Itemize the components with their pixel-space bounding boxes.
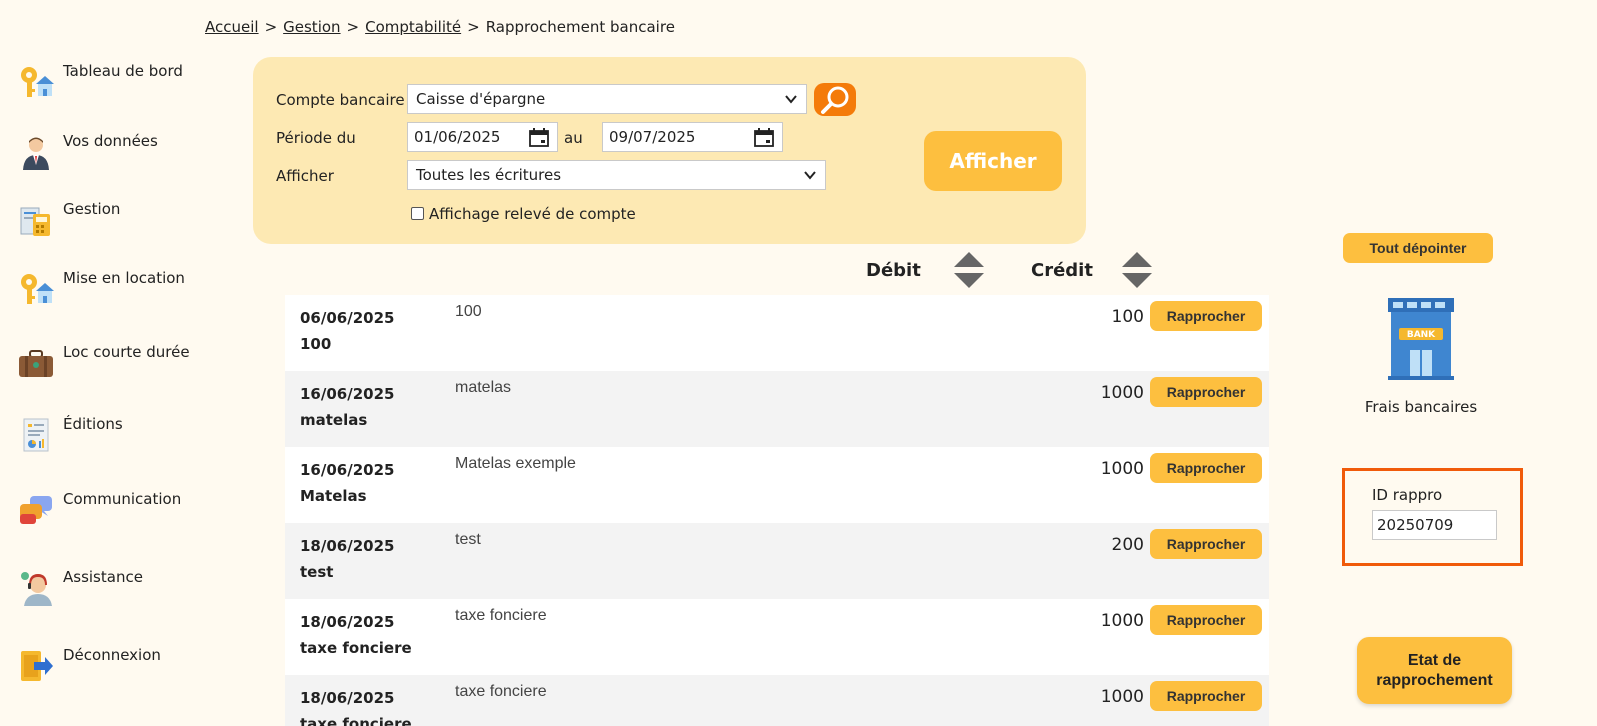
au-label: au — [564, 129, 583, 147]
row-date: 16/06/2025 — [300, 461, 395, 479]
sidebar-item-label: Tableau de bord — [63, 62, 183, 80]
id-rappro-input[interactable]: 20250709 — [1372, 510, 1497, 540]
report-icon — [23, 418, 49, 452]
row-libelle: test — [300, 563, 334, 581]
breadcrumb: Accueil > Gestion > Comptabilité > Rapprocheme… — [205, 18, 675, 36]
breadcrumb-current: Rapprochement bancaire — [485, 18, 675, 36]
table-row: 06/06/2025 100 100 100 Rapprocher — [285, 295, 1269, 371]
sort-icon[interactable] — [953, 251, 985, 289]
row-description: test — [455, 531, 481, 548]
id-rappro-box: ID rappro 20250709 — [1342, 468, 1523, 566]
sidebar-item-tableau-de-bord[interactable]: Tableau de bord — [16, 62, 206, 106]
chevron-down-icon — [804, 171, 816, 180]
suitcase-icon — [19, 350, 53, 377]
sidebar: Tableau de bord Vos données Gestion Mise… — [0, 0, 200, 726]
row-amount: 1000 — [1100, 611, 1144, 631]
row-libelle: matelas — [300, 411, 368, 429]
row-amount: 1000 — [1100, 687, 1144, 707]
row-date: 18/06/2025 — [300, 689, 395, 707]
frais-bancaires-label[interactable]: Frais bancaires — [1360, 398, 1482, 416]
sidebar-item-label: Communication — [63, 490, 182, 508]
sidebar-item-deconnexion[interactable]: Déconnexion — [16, 646, 206, 690]
sidebar-item-label: Éditions — [63, 415, 123, 433]
sidebar-item-label: Déconnexion — [63, 646, 161, 664]
table-row: 16/06/2025 matelas matelas 1000 Rapproch… — [285, 371, 1269, 447]
releve-checkbox-label: Affichage relevé de compte — [429, 205, 636, 223]
sort-icon[interactable] — [1121, 251, 1153, 289]
house-key-icon — [21, 274, 54, 304]
row-amount: 1000 — [1100, 459, 1144, 479]
table-row: 18/06/2025 taxe fonciere taxe fonciere 1… — [285, 599, 1269, 675]
date-to-input[interactable]: 09/07/2025 — [602, 122, 783, 152]
row-amount: 1000 — [1100, 383, 1144, 403]
rapprocher-button[interactable]: Rapprocher — [1150, 377, 1262, 407]
support-agent-icon — [21, 572, 52, 606]
sidebar-item-gestion[interactable]: Gestion — [16, 200, 206, 244]
breadcrumb-accueil[interactable]: Accueil — [205, 18, 259, 36]
breadcrumb-comptabilite[interactable]: Comptabilité — [365, 18, 461, 36]
afficher-button[interactable]: Afficher — [924, 131, 1062, 191]
table-row: 18/06/2025 test test 200 Rapprocher — [285, 523, 1269, 599]
afficher-label: Afficher — [276, 167, 334, 185]
row-date: 18/06/2025 — [300, 537, 395, 555]
chat-bubbles-icon — [20, 496, 52, 524]
periode-label: Période du — [276, 129, 356, 147]
person-icon — [23, 137, 49, 170]
row-libelle: Matelas — [300, 487, 367, 505]
sidebar-item-vos-donnees[interactable]: Vos données — [16, 132, 206, 176]
calculator-document-icon — [20, 207, 50, 236]
row-description: 100 — [455, 303, 482, 320]
calendar-icon[interactable] — [754, 128, 774, 147]
row-description: matelas — [455, 379, 512, 396]
etat-rapprochement-button[interactable]: Etat de rapprochement — [1357, 637, 1512, 704]
sidebar-item-label: Vos données — [63, 132, 158, 150]
sidebar-item-communication[interactable]: Communication — [16, 490, 206, 534]
sidebar-item-label: Assistance — [63, 568, 143, 586]
releve-checkbox-row[interactable]: Affichage relevé de compte — [411, 205, 636, 223]
releve-checkbox[interactable] — [411, 207, 424, 220]
rapprocher-button[interactable]: Rapprocher — [1150, 529, 1262, 559]
search-icon — [821, 86, 849, 114]
tout-depointer-button[interactable]: Tout dépointer — [1343, 233, 1493, 263]
rapprocher-button[interactable]: Rapprocher — [1150, 453, 1262, 483]
row-amount: 100 — [1111, 307, 1144, 327]
sidebar-item-assistance[interactable]: Assistance — [16, 568, 206, 612]
row-libelle: taxe fonciere — [300, 715, 412, 726]
row-description: taxe fonciere — [455, 683, 547, 700]
breadcrumb-gestion[interactable]: Gestion — [283, 18, 340, 36]
row-description: Matelas exemple — [455, 455, 576, 472]
sidebar-item-label: Loc courte durée — [63, 343, 190, 361]
row-date: 18/06/2025 — [300, 613, 395, 631]
bank-icon[interactable]: BANK — [1388, 298, 1454, 380]
rapprocher-button[interactable]: Rapprocher — [1150, 301, 1262, 331]
row-libelle: 100 — [300, 335, 332, 353]
house-key-icon — [21, 67, 54, 97]
row-amount: 200 — [1111, 535, 1144, 555]
sidebar-item-label: Gestion — [63, 200, 121, 218]
compte-label: Compte bancaire — [276, 91, 405, 109]
logout-icon — [21, 651, 53, 681]
date-from-input[interactable]: 01/06/2025 — [407, 122, 558, 152]
table-row: 16/06/2025 Matelas Matelas exemple 1000 … — [285, 447, 1269, 523]
id-rappro-label: ID rappro — [1372, 486, 1443, 504]
rapprocher-button[interactable]: Rapprocher — [1150, 681, 1262, 711]
bank-sign-text: BANK — [1407, 330, 1436, 340]
search-button[interactable] — [814, 83, 856, 116]
sidebar-item-label: Mise en location — [63, 269, 185, 287]
row-date: 16/06/2025 — [300, 385, 395, 403]
compte-select[interactable]: Caisse d'épargne — [407, 84, 807, 114]
sidebar-item-loc-courte-duree[interactable]: Loc courte durée — [16, 343, 206, 387]
credit-header: Crédit — [1031, 260, 1093, 281]
row-description: taxe fonciere — [455, 607, 547, 624]
rapprocher-button[interactable]: Rapprocher — [1150, 605, 1262, 635]
row-date: 06/06/2025 — [300, 309, 395, 327]
sidebar-item-mise-en-location[interactable]: Mise en location — [16, 269, 206, 313]
calendar-icon[interactable] — [529, 128, 549, 147]
chevron-down-icon — [785, 95, 797, 104]
afficher-select[interactable]: Toutes les écritures — [407, 160, 826, 190]
sidebar-item-editions[interactable]: Éditions — [16, 415, 206, 459]
debit-header: Débit — [866, 260, 921, 281]
row-libelle: taxe fonciere — [300, 639, 412, 657]
table-row: 18/06/2025 taxe fonciere taxe fonciere 1… — [285, 675, 1269, 726]
